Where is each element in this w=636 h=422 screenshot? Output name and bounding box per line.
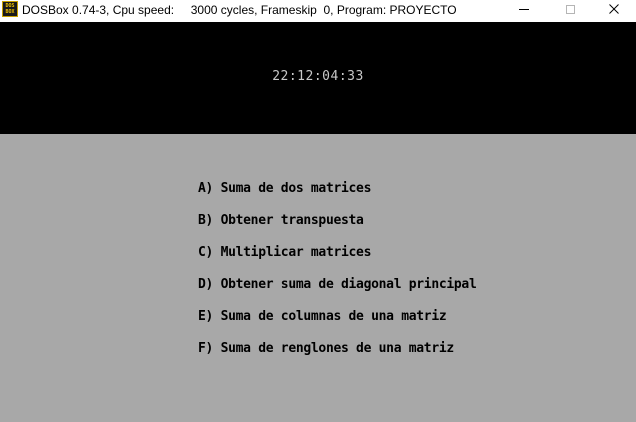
- options-menu: A) Suma de dos matrices B) Obtener trans…: [198, 180, 477, 372]
- menu-option-c[interactable]: C) Multiplicar matrices: [198, 244, 477, 276]
- window-title: DOSBox 0.74-3, Cpu speed: 3000 cycles, F…: [22, 3, 457, 17]
- menu-option-a[interactable]: A) Suma de dos matrices: [198, 180, 477, 212]
- title-bar[interactable]: DOS BOX DOSBox 0.74-3, Cpu speed: 3000 c…: [0, 0, 636, 22]
- minimize-icon: [519, 8, 529, 10]
- dos-screen-top: 22:12:04:33: [0, 22, 636, 134]
- close-icon: [609, 4, 619, 14]
- menu-option-f[interactable]: F) Suma de renglones de una matriz: [198, 340, 477, 372]
- dos-screen-bottom: A) Suma de dos matrices B) Obtener trans…: [0, 134, 636, 422]
- maximize-button[interactable]: [548, 0, 592, 18]
- minimize-button[interactable]: [502, 0, 546, 18]
- dosbox-app-icon[interactable]: DOS BOX: [2, 1, 18, 17]
- clock-display: 22:12:04:33: [272, 69, 364, 84]
- close-button[interactable]: [592, 0, 636, 18]
- menu-option-e[interactable]: E) Suma de columnas de una matriz: [198, 308, 477, 340]
- dosbox-window: DOS BOX DOSBox 0.74-3, Cpu speed: 3000 c…: [0, 0, 636, 422]
- icon-text-bottom: BOX: [5, 9, 15, 15]
- menu-option-b[interactable]: B) Obtener transpuesta: [198, 212, 477, 244]
- maximize-icon: [565, 4, 575, 14]
- menu-option-d[interactable]: D) Obtener suma de diagonal principal: [198, 276, 477, 308]
